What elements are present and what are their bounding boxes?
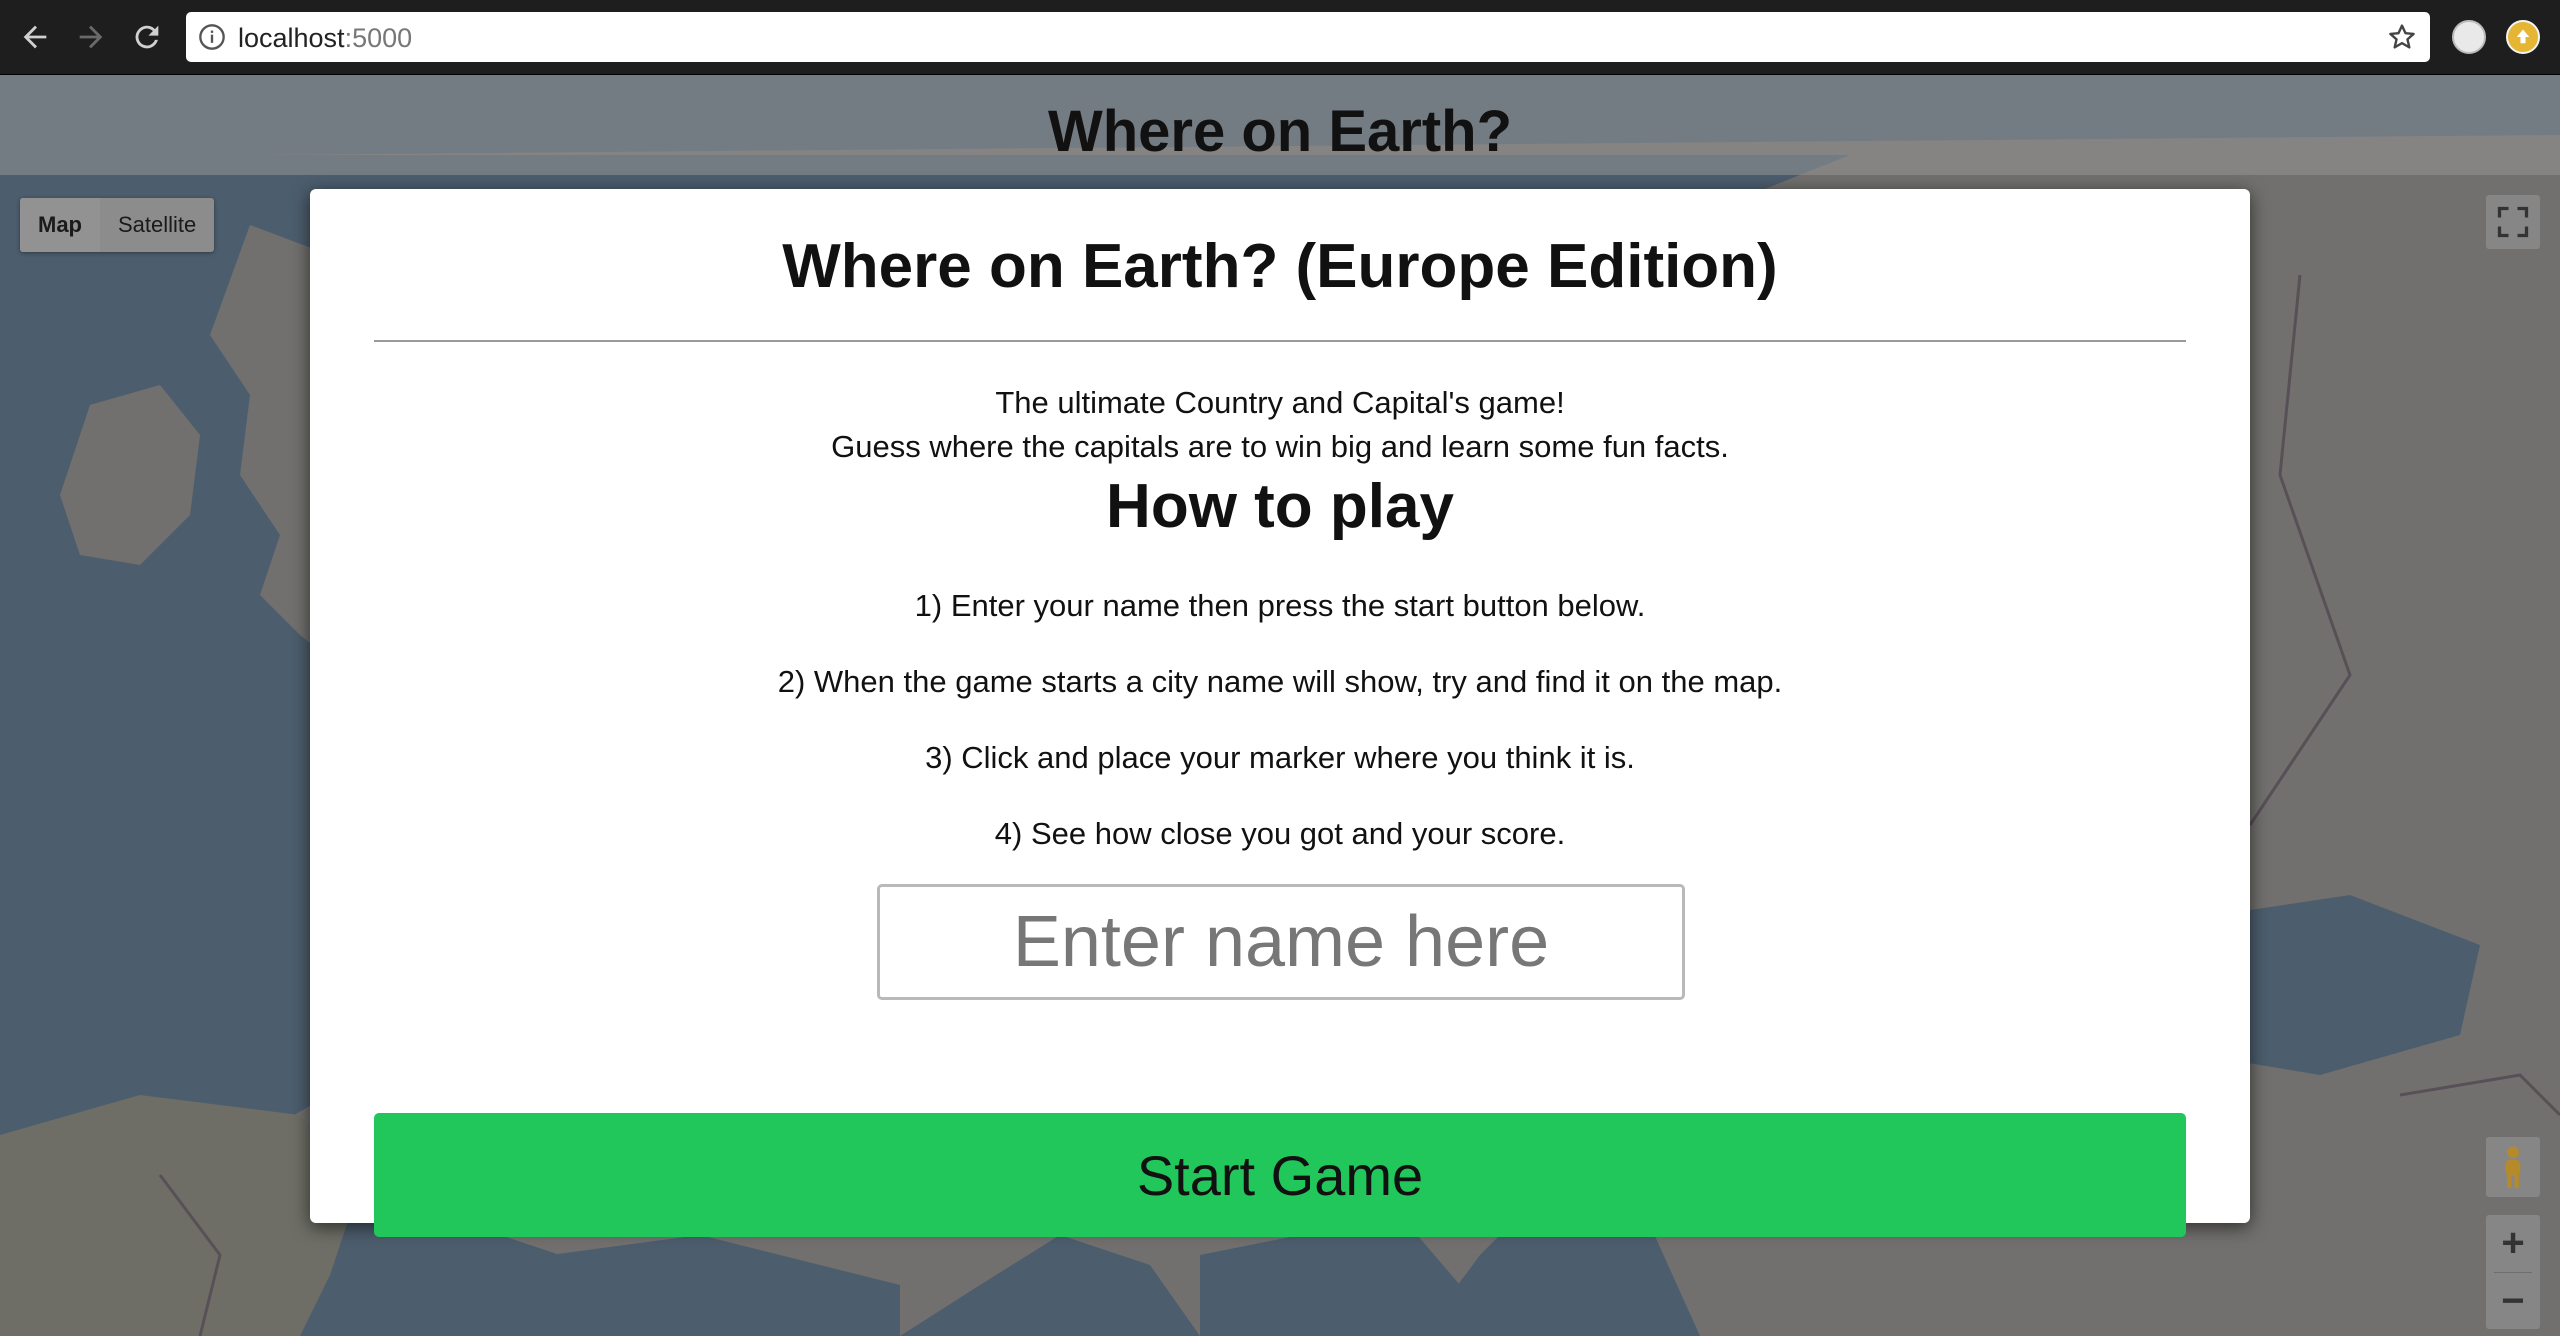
page: Where on Earth? Map Satellite + − Where …: [0, 75, 2560, 1336]
intro-text: The ultimate Country and Capital's game!…: [374, 381, 2186, 469]
fullscreen-button[interactable]: [2486, 195, 2540, 249]
info-icon[interactable]: [198, 23, 226, 51]
fullscreen-icon: [2497, 206, 2529, 238]
instruction-step-4: 4) See how close you got and your score.: [994, 816, 1566, 851]
instruction-step-3: 3) Click and place your marker where you…: [925, 740, 1635, 775]
profile-avatar[interactable]: [2506, 20, 2540, 54]
instruction-step-2: 2) When the game starts a city name will…: [777, 664, 1783, 699]
welcome-modal: Where on Earth? (Europe Edition) The ult…: [310, 189, 2250, 1237]
street-view-button[interactable]: [2486, 1137, 2540, 1197]
star-icon[interactable]: [2386, 21, 2418, 53]
intro-line-1: The ultimate Country and Capital's game!: [995, 385, 1565, 420]
site-header: Where on Earth?: [0, 75, 2560, 175]
map-type-satellite-button[interactable]: Satellite: [100, 198, 214, 252]
how-to-play-heading: How to play: [1106, 472, 1454, 541]
back-arrow-icon[interactable]: [12, 14, 58, 60]
pegman-icon: [2505, 1146, 2521, 1188]
site-title: Where on Earth?: [1047, 98, 1513, 164]
modal-title: Where on Earth? (Europe Edition): [782, 232, 1778, 301]
reload-icon[interactable]: [124, 14, 170, 60]
url-host: localhost: [238, 23, 345, 53]
intro-line-2: Guess where the capitals are to win big …: [831, 429, 1729, 464]
zoom-out-button[interactable]: −: [2486, 1273, 2540, 1330]
map-type-map-button[interactable]: Map: [20, 198, 100, 252]
extension-icon[interactable]: [2452, 20, 2486, 54]
instructions-list: 1) Enter your name then press the start …: [374, 584, 2186, 888]
player-name-input[interactable]: [877, 884, 1685, 1000]
zoom-in-button[interactable]: +: [2486, 1215, 2540, 1272]
upload-arrow-icon: [2516, 29, 2530, 44]
zoom-control: + −: [2486, 1215, 2540, 1329]
address-bar[interactable]: localhost:5000: [186, 12, 2430, 62]
start-game-button[interactable]: Start Game: [374, 1113, 2186, 1237]
instruction-step-1: 1) Enter your name then press the start …: [914, 588, 1646, 623]
forward-arrow-icon[interactable]: [68, 14, 114, 60]
url-text[interactable]: localhost:5000: [238, 23, 412, 54]
browser-toolbar: localhost:5000: [0, 0, 2560, 75]
url-port: :5000: [344, 23, 413, 53]
map-type-control: Map Satellite: [20, 198, 215, 252]
title-divider: [374, 340, 2186, 342]
